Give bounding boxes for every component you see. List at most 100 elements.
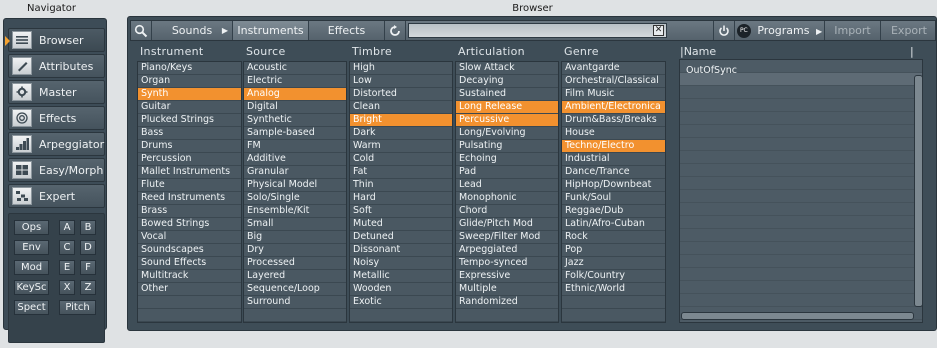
- attribute-item[interactable]: Surround: [244, 296, 346, 309]
- attribute-item[interactable]: Soft: [350, 205, 452, 218]
- attribute-item[interactable]: Mallet Instruments: [138, 166, 241, 179]
- mod-button[interactable]: Mod: [14, 260, 49, 275]
- attribute-item[interactable]: Funk/Soul: [562, 192, 665, 205]
- attribute-item[interactable]: Techno/Electro: [562, 140, 665, 153]
- attribute-item[interactable]: Drums: [138, 140, 241, 153]
- attribute-item[interactable]: Film Music: [562, 88, 665, 101]
- attribute-item[interactable]: Bright: [350, 114, 452, 127]
- a-button[interactable]: A: [59, 220, 75, 235]
- nav-master-button[interactable]: Master: [8, 80, 105, 104]
- refresh-button[interactable]: [385, 21, 406, 40]
- attribute-item[interactable]: Ethnic/World: [562, 283, 665, 296]
- attribute-item[interactable]: Bowed Strings: [138, 218, 241, 231]
- programs-button[interactable]: PC Programs ▶: [735, 21, 825, 40]
- attribute-item[interactable]: Guitar: [138, 101, 241, 114]
- attribute-item[interactable]: Solo/Single: [244, 192, 346, 205]
- attribute-item[interactable]: Dissonant: [350, 244, 452, 257]
- attribute-item[interactable]: Sample-based: [244, 127, 346, 140]
- env-button[interactable]: Env: [14, 240, 49, 255]
- attribute-item[interactable]: Flute: [138, 179, 241, 192]
- c-button[interactable]: C: [59, 240, 75, 255]
- tab-sounds[interactable]: Sounds ▶: [152, 21, 233, 40]
- attribute-item[interactable]: Decaying: [456, 75, 558, 88]
- attribute-item[interactable]: Cold: [350, 153, 452, 166]
- import-button[interactable]: Import: [825, 21, 881, 40]
- attribute-item[interactable]: Organ: [138, 75, 241, 88]
- nav-easymorph-button[interactable]: Easy/Morph: [8, 158, 105, 182]
- attribute-item[interactable]: Slow Attack: [456, 62, 558, 75]
- attribute-item[interactable]: Electric: [244, 75, 346, 88]
- attribute-item[interactable]: Vocal: [138, 231, 241, 244]
- spect-button[interactable]: Spect: [14, 300, 49, 315]
- attribute-item[interactable]: Clean: [350, 101, 452, 114]
- attribute-item[interactable]: Big: [244, 231, 346, 244]
- attribute-item[interactable]: Plucked Strings: [138, 114, 241, 127]
- attribute-item[interactable]: Tempo-synced: [456, 257, 558, 270]
- attribute-item[interactable]: Acoustic: [244, 62, 346, 75]
- attribute-item[interactable]: Small: [244, 218, 346, 231]
- attribute-item[interactable]: Hard: [350, 192, 452, 205]
- keysc-button[interactable]: KeySc: [14, 280, 49, 295]
- attribute-item[interactable]: Piano/Keys: [138, 62, 241, 75]
- attribute-item[interactable]: Long/Evolving: [456, 127, 558, 140]
- attribute-item[interactable]: Echoing: [456, 153, 558, 166]
- attribute-item[interactable]: Other: [138, 283, 241, 296]
- attribute-item[interactable]: Synthetic: [244, 114, 346, 127]
- attribute-item[interactable]: Dark: [350, 127, 452, 140]
- ops-button[interactable]: Ops: [14, 220, 49, 235]
- attribute-item[interactable]: Wooden: [350, 283, 452, 296]
- attribute-item[interactable]: Dry: [244, 244, 346, 257]
- x-button[interactable]: X: [59, 280, 75, 295]
- attribute-item[interactable]: Granular: [244, 166, 346, 179]
- attribute-item[interactable]: Reggae/Dub: [562, 205, 665, 218]
- attribute-item[interactable]: Soundscapes: [138, 244, 241, 257]
- attribute-item[interactable]: Bass: [138, 127, 241, 140]
- attribute-item[interactable]: Noisy: [350, 257, 452, 270]
- attribute-item[interactable]: Dance/Trance: [562, 166, 665, 179]
- attribute-item[interactable]: Distorted: [350, 88, 452, 101]
- attribute-item[interactable]: Avantgarde: [562, 62, 665, 75]
- d-button[interactable]: D: [80, 240, 96, 255]
- power-button[interactable]: [713, 21, 735, 40]
- attribute-item[interactable]: Percussive: [456, 114, 558, 127]
- attribute-item[interactable]: Sustained: [456, 88, 558, 101]
- f-button[interactable]: F: [80, 260, 96, 275]
- attribute-item[interactable]: High: [350, 62, 452, 75]
- attribute-item[interactable]: Additive: [244, 153, 346, 166]
- nav-expert-button[interactable]: Expert: [8, 184, 105, 208]
- attribute-item[interactable]: Reed Instruments: [138, 192, 241, 205]
- attribute-item[interactable]: Jazz: [562, 257, 665, 270]
- attribute-item[interactable]: Industrial: [562, 153, 665, 166]
- attribute-item[interactable]: Randomized: [456, 296, 558, 309]
- attribute-item[interactable]: Glide/Pitch Mod: [456, 218, 558, 231]
- nav-effects-button[interactable]: Effects: [8, 106, 105, 130]
- attribute-item[interactable]: Multiple: [456, 283, 558, 296]
- tab-effects[interactable]: Effects: [309, 21, 385, 40]
- attribute-item[interactable]: Warm: [350, 140, 452, 153]
- attribute-item[interactable]: Arpeggiated: [456, 244, 558, 257]
- attribute-item[interactable]: Sequence/Loop: [244, 283, 346, 296]
- pitch-button[interactable]: Pitch: [59, 300, 96, 315]
- attribute-item[interactable]: Percussion: [138, 153, 241, 166]
- nav-browser-button[interactable]: Browser: [5, 28, 105, 52]
- attribute-item[interactable]: Digital: [244, 101, 346, 114]
- attribute-item[interactable]: Metallic: [350, 270, 452, 283]
- attribute-item[interactable]: Pop: [562, 244, 665, 257]
- attribute-item[interactable]: Sweep/Filter Mod: [456, 231, 558, 244]
- attribute-item[interactable]: Rock: [562, 231, 665, 244]
- clear-search-button[interactable]: ✕: [653, 25, 664, 36]
- attribute-item[interactable]: Monophonic: [456, 192, 558, 205]
- attribute-item[interactable]: House: [562, 127, 665, 140]
- attribute-item[interactable]: Processed: [244, 257, 346, 270]
- results-horizontal-scrollbar[interactable]: [681, 312, 914, 320]
- attribute-item[interactable]: HipHop/Downbeat: [562, 179, 665, 192]
- attribute-item[interactable]: Pulsating: [456, 140, 558, 153]
- attribute-item[interactable]: Ambient/Electronica: [562, 101, 665, 114]
- attribute-item[interactable]: Folk/Country: [562, 270, 665, 283]
- attribute-item[interactable]: Brass: [138, 205, 241, 218]
- attribute-item[interactable]: Physical Model: [244, 179, 346, 192]
- attribute-item[interactable]: Lead: [456, 179, 558, 192]
- attribute-item[interactable]: Multitrack: [138, 270, 241, 283]
- attribute-item[interactable]: Pad: [456, 166, 558, 179]
- b-button[interactable]: B: [80, 220, 96, 235]
